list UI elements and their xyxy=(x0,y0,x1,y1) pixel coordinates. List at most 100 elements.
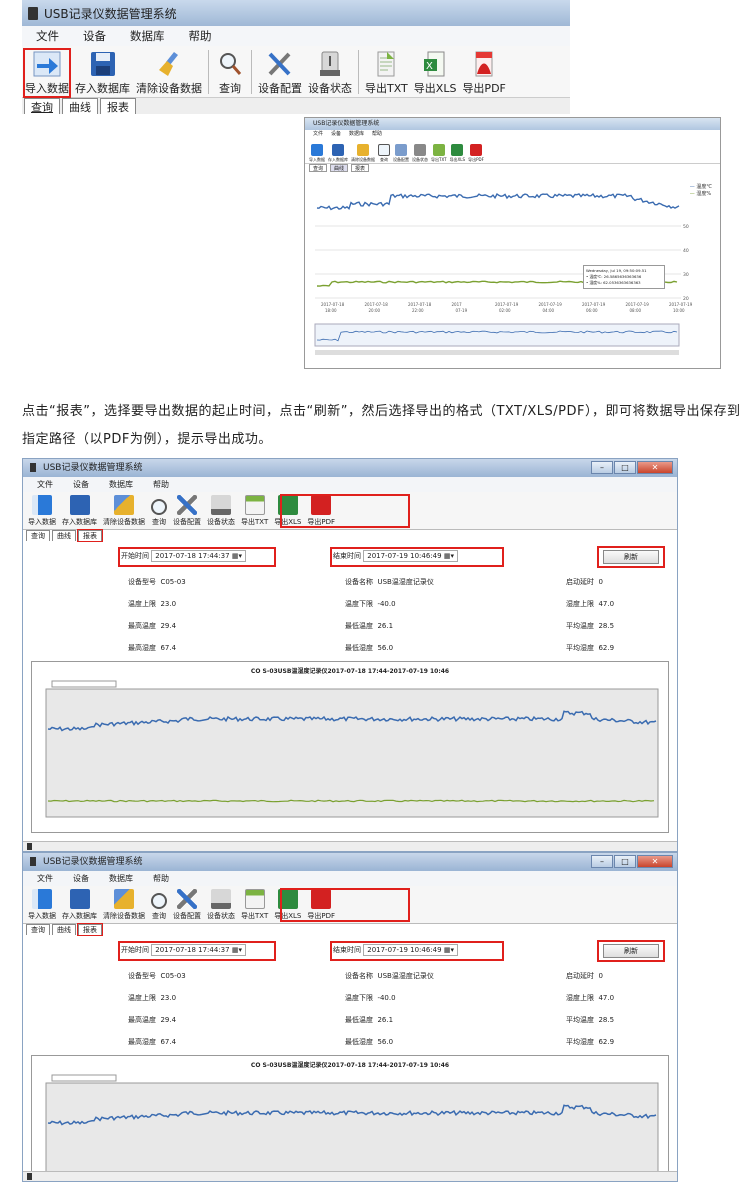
mini-query: 查询 xyxy=(378,144,390,163)
menu-help[interactable]: 帮助 xyxy=(153,871,169,886)
menu-database[interactable]: 数据库 xyxy=(109,477,133,492)
device-config-button[interactable]: 设备配置 xyxy=(173,495,201,527)
temp-lower-value: -40.0 xyxy=(377,600,396,608)
menu-database[interactable]: 数据库 xyxy=(130,28,165,44)
mini-x-tick: 08:00 xyxy=(630,308,642,313)
export-txt-button[interactable]: 导出TXT xyxy=(365,50,408,96)
window-title: USB记录仪数据管理系统 xyxy=(44,6,177,21)
end-time-picker[interactable]: 2017-07-19 10:46:49 ▦▾ xyxy=(363,944,458,956)
mini-legend: — 温度℃ — 湿度% xyxy=(689,184,712,197)
menu-help[interactable]: 帮助 xyxy=(153,477,169,492)
report-chart-title: CO S-03USB温湿度记录仪2017-07-18 17:44-2017-07… xyxy=(250,668,450,675)
device-status-button[interactable]: 设备状态 xyxy=(308,50,352,96)
end-time-row: 结束时间 2017-07-19 10:46:49 ▦▾ xyxy=(333,944,458,956)
menu-bar: 文件 设备 数据库 帮助 xyxy=(23,477,677,492)
tab-query[interactable]: 查询 xyxy=(26,530,50,541)
mini-tooltip: Wednesday, Jul 19, 09:50:09.51 • 温度℃: 26… xyxy=(583,265,665,289)
report-chart-svg xyxy=(45,680,659,818)
maximize-button[interactable]: □ xyxy=(614,855,636,868)
start-time-picker[interactable]: 2017-07-18 17:44:37 ▦▾ xyxy=(151,944,246,956)
magnifier-icon xyxy=(151,893,167,909)
mini-x-tick: 2017-07-19 xyxy=(669,302,693,307)
import-arrow-icon xyxy=(32,495,52,515)
query-button[interactable]: 查询 xyxy=(151,499,167,527)
store-database-button[interactable]: 存入数据库 xyxy=(62,889,97,921)
menu-file[interactable]: 文件 xyxy=(36,28,59,44)
mini-y-tick: 40 xyxy=(683,248,689,254)
menu-database[interactable]: 数据库 xyxy=(109,871,133,886)
mini-status: 设备状态 xyxy=(412,144,428,163)
svg-text:X: X xyxy=(426,61,433,72)
usb-drive-icon xyxy=(211,889,231,909)
menu-file[interactable]: 文件 xyxy=(37,477,53,492)
tab-report[interactable]: 报表 xyxy=(77,529,103,542)
query-button[interactable]: 查询 xyxy=(215,50,245,96)
calendar-icon: ▦▾ xyxy=(231,946,242,954)
import-data-button[interactable]: 导入数据 xyxy=(23,48,71,98)
menu-help[interactable]: 帮助 xyxy=(189,28,212,44)
avg-temp-value: 28.5 xyxy=(598,622,615,630)
tab-curve[interactable]: 曲线 xyxy=(52,924,76,935)
device-config-button[interactable]: 设备配置 xyxy=(173,889,201,921)
tab-report[interactable]: 报表 xyxy=(100,98,136,114)
query-button[interactable]: 查询 xyxy=(151,893,167,921)
tab-report[interactable]: 报表 xyxy=(77,923,103,936)
mini-clear: 清除设备数据 xyxy=(351,144,375,163)
export-txt-button[interactable]: 导出TXT xyxy=(241,889,268,921)
mini-x-tick: 02:00 xyxy=(499,308,511,313)
tools-icon xyxy=(177,495,197,515)
report-chart-title: CO S-03USB温湿度记录仪2017-07-18 17:44-2017-07… xyxy=(250,1062,450,1069)
end-time-picker[interactable]: 2017-07-19 10:46:49 ▦▾ xyxy=(363,550,458,562)
toolbar-separator xyxy=(251,50,252,94)
menu-device[interactable]: 设备 xyxy=(73,871,89,886)
maximize-button[interactable]: □ xyxy=(614,461,636,474)
tab-strip: 查询 曲线 报表 xyxy=(23,529,677,542)
minimize-button[interactable]: – xyxy=(591,461,613,474)
clear-device-button[interactable]: 清除设备数据 xyxy=(103,495,145,527)
export-buttons-highlight xyxy=(280,494,410,528)
tab-query[interactable]: 查询 xyxy=(26,924,50,935)
store-database-button[interactable]: 存入数据库 xyxy=(75,50,130,96)
export-txt-button[interactable]: 导出TXT xyxy=(241,495,268,527)
close-button[interactable]: ✕ xyxy=(637,855,673,868)
mini-x-tick: 18:00 xyxy=(325,308,337,313)
tools-icon xyxy=(177,889,197,909)
start-time-picker[interactable]: 2017-07-18 17:44:37 ▦▾ xyxy=(151,550,246,562)
refresh-button[interactable]: 刷新 xyxy=(603,944,659,958)
min-temp-value: 26.1 xyxy=(377,1016,394,1024)
tab-curve[interactable]: 曲线 xyxy=(52,530,76,541)
broom-icon xyxy=(114,495,134,515)
clear-device-button[interactable]: 清除设备数据 xyxy=(136,50,202,96)
export-pdf-button[interactable]: 导出PDF xyxy=(462,50,506,96)
menu-device[interactable]: 设备 xyxy=(83,28,106,44)
mini-store: 存入数据库 xyxy=(328,144,348,163)
device-status-button[interactable]: 设备状态 xyxy=(207,495,235,527)
humid-upper-value: 47.0 xyxy=(598,994,615,1002)
clear-device-button[interactable]: 清除设备数据 xyxy=(103,889,145,921)
device-status-button[interactable]: 设备状态 xyxy=(207,889,235,921)
tab-curve[interactable]: 曲线 xyxy=(62,98,98,114)
start-delay-value: 0 xyxy=(598,578,603,586)
status-icon xyxy=(27,1173,32,1180)
tab-strip: 查询 曲线 报表 xyxy=(23,923,677,936)
mini-x-tick: 2017-07-19 xyxy=(539,302,563,307)
app-icon xyxy=(30,463,36,472)
export-xls-button[interactable]: X 导出XLS xyxy=(414,50,456,96)
import-data-button[interactable]: 导入数据 xyxy=(28,889,56,921)
device-config-button[interactable]: 设备配置 xyxy=(258,50,302,96)
minimize-button[interactable]: – xyxy=(591,855,613,868)
store-database-button[interactable]: 存入数据库 xyxy=(62,495,97,527)
refresh-button[interactable]: 刷新 xyxy=(603,550,659,564)
usb-drive-icon xyxy=(315,50,345,78)
import-data-button[interactable]: 导入数据 xyxy=(28,495,56,527)
start-time-row: 开始时间 2017-07-18 17:44:37 ▦▾ xyxy=(121,550,246,562)
device-model-value: C05-03 xyxy=(160,972,186,980)
menu-device[interactable]: 设备 xyxy=(73,477,89,492)
menu-file[interactable]: 文件 xyxy=(37,871,53,886)
close-button[interactable]: ✕ xyxy=(637,461,673,474)
report-form: 开始时间 2017-07-18 17:44:37 ▦▾ 结束时间 2017-07… xyxy=(23,935,677,1053)
window-title: USB记录仪数据管理系统 xyxy=(43,463,143,473)
tab-query[interactable]: 查询 xyxy=(24,98,60,114)
mini-x-tick: 22:00 xyxy=(412,308,424,313)
magnifier-icon xyxy=(151,499,167,515)
